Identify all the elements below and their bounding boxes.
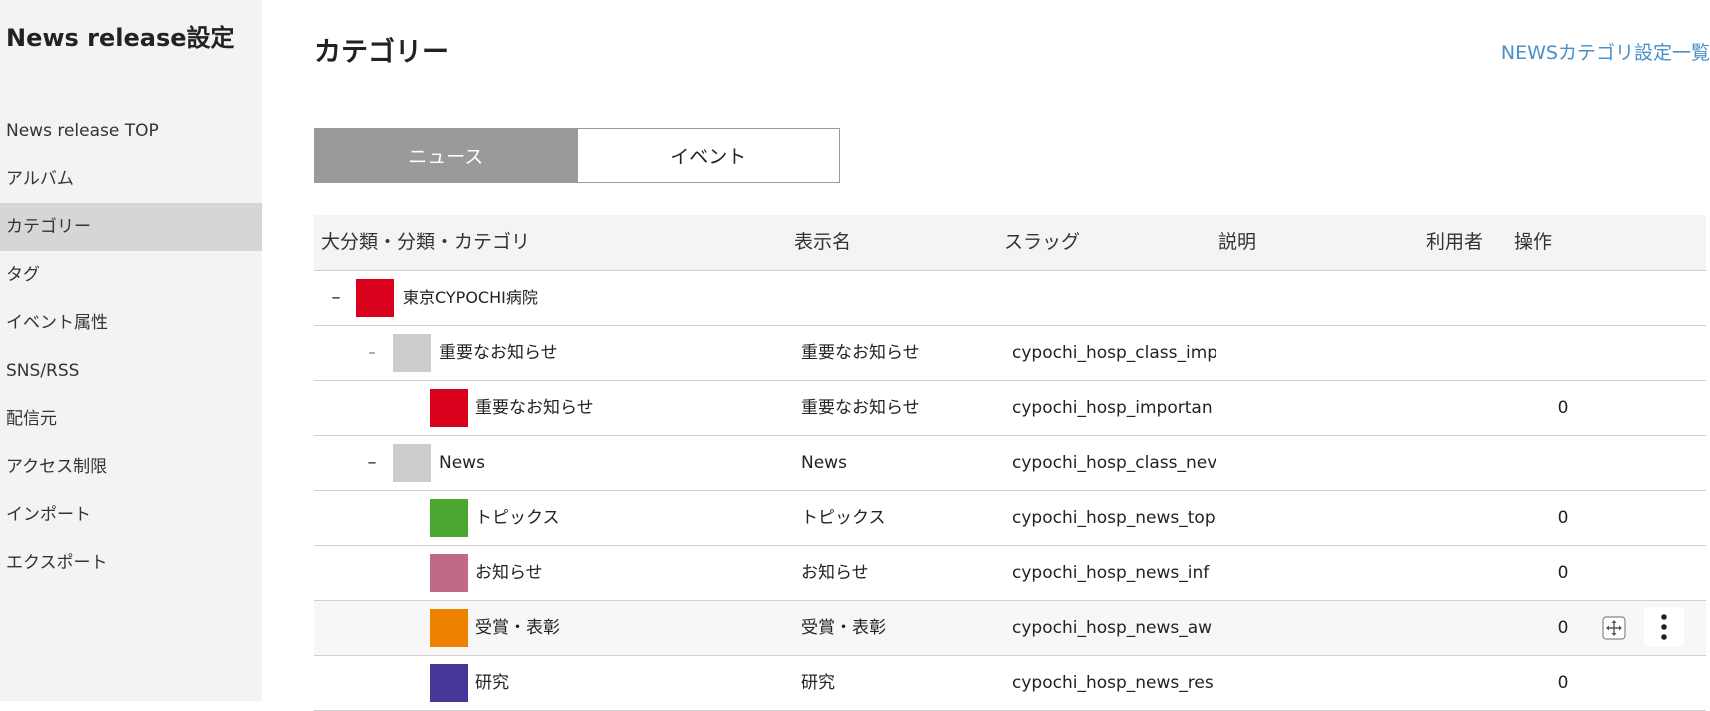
collapse-toggle-icon[interactable]: – — [362, 326, 382, 380]
display-name: トピックス — [801, 508, 886, 528]
table-row[interactable]: お知らせ お知らせ cypochi_hosp_news_inf 0 — [314, 546, 1706, 601]
header-display-name: 表示名 — [794, 231, 852, 253]
user-count — [1548, 326, 1578, 380]
category-color-swatch — [430, 664, 468, 702]
category-table: 大分類・分類・カテゴリ 表示名 スラッグ 説明 利用者 操作 – 東京CYPOCH… — [314, 215, 1706, 711]
table-row[interactable]: – 重要なお知らせ 重要なお知らせ cypochi_hosp_class_imp — [314, 326, 1706, 381]
slug: cypochi_hosp_news_inf — [1012, 563, 1210, 583]
category-name: 重要なお知らせ — [475, 398, 594, 418]
slug: cypochi_hosp_news_top — [1012, 508, 1216, 528]
display-name: News — [801, 453, 847, 473]
slug: cypochi_hosp_importan — [1012, 398, 1213, 418]
sidebar-title: News release設定 — [6, 24, 235, 52]
sidebar-item[interactable]: SNS/RSS — [0, 347, 262, 395]
category-color-swatch — [393, 444, 431, 482]
tab-news[interactable]: ニュース — [315, 129, 577, 182]
category-color-swatch — [430, 554, 468, 592]
table-row[interactable]: トピックス トピックス cypochi_hosp_news_top 0 — [314, 491, 1706, 546]
display-name: 受賞・表彰 — [801, 618, 886, 638]
header-users: 利用者 — [1426, 231, 1484, 253]
category-name: 重要なお知らせ — [439, 343, 558, 363]
user-count: 0 — [1557, 563, 1569, 583]
sidebar-nav: News release TOP アルバム カテゴリー タグ イベント属性 SNS/RSS… — [0, 107, 262, 587]
header-description: 説明 — [1218, 231, 1257, 253]
sidebar-item[interactable]: News release TOP — [0, 107, 262, 155]
sidebar-item[interactable]: カテゴリー — [0, 203, 262, 251]
table-row[interactable]: – 東京CYPOCHI病院 — [314, 271, 1706, 326]
header-slug: スラッグ — [1004, 231, 1081, 253]
category-name: 研究 — [475, 673, 509, 693]
sidebar-item[interactable]: エクスポート — [0, 539, 262, 587]
slug — [1012, 271, 1216, 325]
slug: cypochi_hosp_news_res — [1012, 673, 1214, 693]
user-count: 0 — [1557, 673, 1569, 693]
display-name: 重要なお知らせ — [801, 398, 920, 418]
move-icon[interactable] — [1602, 616, 1626, 640]
tab-event[interactable]: イベント — [576, 129, 839, 182]
category-name: お知らせ — [475, 563, 543, 583]
sidebar-item[interactable]: タグ — [0, 251, 262, 299]
collapse-toggle-icon[interactable]: – — [326, 271, 346, 325]
display-name: 研究 — [801, 673, 835, 693]
table-row[interactable]: 研究 研究 cypochi_hosp_news_res 0 — [314, 656, 1706, 711]
category-name: News — [439, 453, 485, 473]
sidebar: News release設定 News release TOP アルバム カテゴリー… — [0, 0, 262, 701]
table-row[interactable]: 受賞・表彰 受賞・表彰 cypochi_hosp_news_aw 0 — [314, 601, 1706, 656]
user-count: 0 — [1557, 398, 1569, 418]
collapse-toggle-icon[interactable]: – — [362, 436, 382, 490]
user-count: 0 — [1557, 508, 1569, 528]
user-count: 0 — [1557, 618, 1569, 638]
sidebar-item[interactable]: イベント属性 — [0, 299, 262, 347]
page-title: カテゴリー — [314, 37, 449, 68]
main-content: カテゴリー NEWSカテゴリ設定一覧 ニュース イベント 大分類・分類・カテゴリ … — [314, 0, 1710, 711]
slug: cypochi_hosp_news_aw — [1012, 618, 1213, 638]
category-color-swatch — [393, 334, 431, 372]
sidebar-item[interactable]: アクセス制限 — [0, 443, 262, 491]
category-name: 東京CYPOCHI病院 — [403, 288, 538, 307]
display-name: 重要なお知らせ — [801, 343, 920, 363]
user-count — [1548, 271, 1578, 325]
table-header: 大分類・分類・カテゴリ 表示名 スラッグ 説明 利用者 操作 — [314, 215, 1706, 271]
table-row[interactable]: – News News cypochi_hosp_class_nev — [314, 436, 1706, 491]
user-count — [1548, 436, 1578, 490]
category-settings-list-link[interactable]: NEWSカテゴリ設定一覧 — [1501, 38, 1710, 65]
display-name: お知らせ — [801, 563, 869, 583]
sidebar-item[interactable]: アルバム — [0, 155, 262, 203]
category-name: 受賞・表彰 — [475, 618, 560, 638]
header-actions: 操作 — [1514, 231, 1553, 253]
category-color-swatch — [430, 609, 468, 647]
more-vertical-icon[interactable] — [1644, 607, 1684, 647]
category-type-tabs: ニュース イベント — [314, 128, 840, 183]
header-category: 大分類・分類・カテゴリ — [321, 231, 531, 253]
slug: cypochi_hosp_class_nev — [1012, 453, 1216, 473]
category-color-swatch — [356, 279, 394, 317]
table-body: – 東京CYPOCHI病院 – 重要なお知らせ 重要なお知らせ cypochi_hosp_… — [314, 271, 1706, 711]
sidebar-item[interactable]: インポート — [0, 491, 262, 539]
sidebar-item[interactable]: 配信元 — [0, 395, 262, 443]
category-color-swatch — [430, 389, 468, 427]
category-color-swatch — [430, 499, 468, 537]
table-row[interactable]: 重要なお知らせ 重要なお知らせ cypochi_hosp_importan 0 — [314, 381, 1706, 436]
slug: cypochi_hosp_class_imp — [1012, 343, 1216, 363]
category-name: トピックス — [475, 508, 560, 528]
